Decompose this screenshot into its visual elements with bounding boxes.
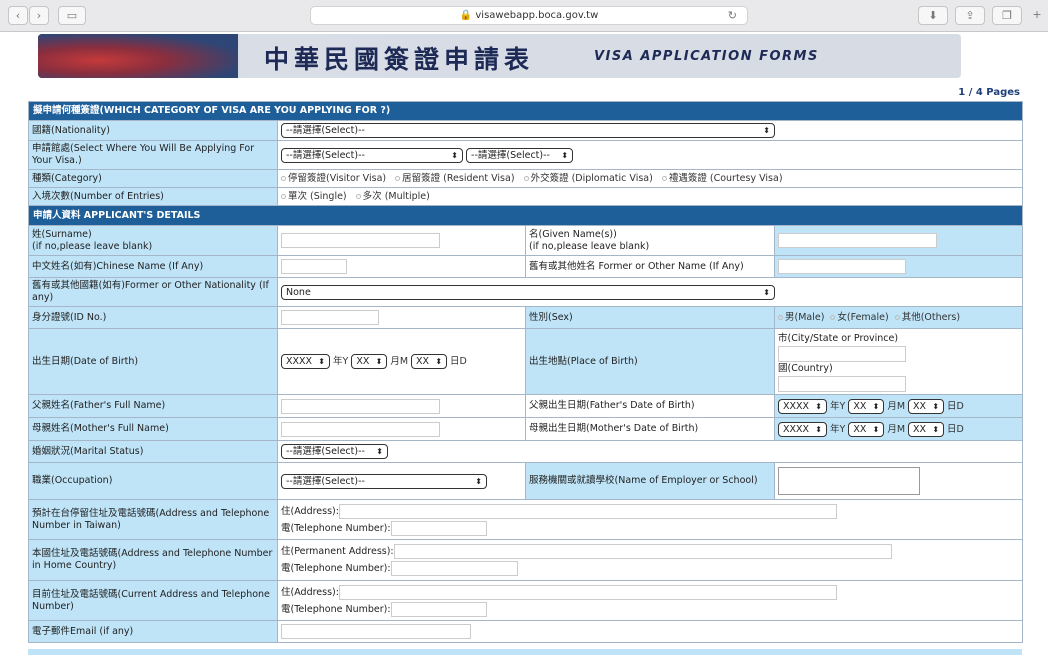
- mother-dob-month[interactable]: XX ⬍: [848, 421, 885, 437]
- dob-day-select[interactable]: XX ⬍: [411, 354, 448, 369]
- mother-name-input[interactable]: [281, 421, 440, 437]
- url-text: visawebapp.boca.gov.tw: [475, 10, 599, 21]
- employer-textarea[interactable]: [778, 467, 920, 495]
- label-current-address: 目前住址及電話號碼(Current Address and Telephone …: [28, 580, 278, 621]
- radio-visitor[interactable]: 停留簽證(Visitor Visa): [281, 173, 386, 184]
- dob-month-select[interactable]: XX ⬍: [351, 354, 388, 369]
- father-dob-day[interactable]: XX ⬍: [908, 398, 945, 414]
- new-tab-icon[interactable]: +: [1026, 6, 1048, 25]
- nationality-select[interactable]: --請選擇(Select)-- ⬍: [281, 123, 775, 138]
- father-name-input[interactable]: [281, 398, 440, 414]
- label-id-no: 身分證號(ID No.): [28, 306, 278, 329]
- radio-male[interactable]: 男(Male): [778, 312, 824, 323]
- former-name-input[interactable]: [778, 259, 906, 274]
- city-input[interactable]: [778, 345, 906, 362]
- tabs-icon[interactable]: ❐: [992, 6, 1022, 25]
- radio-others[interactable]: 其他(Others): [894, 312, 960, 323]
- radio-diplomatic[interactable]: 外交簽證 (Diplomatic Visa): [523, 173, 653, 184]
- location-select-2[interactable]: --請選擇(Select)-- ⬍: [466, 147, 574, 163]
- former-nationality-select[interactable]: None ⬍: [281, 284, 775, 300]
- dob-year-select[interactable]: XXXX ⬍: [281, 354, 330, 369]
- visa-application-form: 擬申請何種簽證(WHICH CATEGORY OF VISA ARE YOU A…: [28, 101, 1023, 643]
- label-country: 國(Country): [778, 362, 833, 374]
- taiwan-address-input[interactable]: [338, 503, 837, 519]
- mother-dob-year[interactable]: XXXX ⬍: [778, 421, 827, 437]
- label-entries: 入境次數(Number of Entries): [28, 187, 278, 206]
- label-city: 市(City/State or Province): [778, 332, 899, 344]
- label-mother-dob: 母親出生日期(Mother's Date of Birth): [525, 417, 775, 441]
- browser-toolbar: ‹ › ▭ 🔒 visawebapp.boca.gov.tw ↻ ⬇ ⇪ ❐ +: [0, 0, 1048, 32]
- label-surname: 姓(Surname) (if no,please leave blank): [28, 225, 278, 256]
- category-radios: 停留簽證(Visitor Visa) 居留簽證 (Resident Visa) …: [277, 169, 1023, 188]
- sidebar-icon[interactable]: ▭: [58, 6, 86, 25]
- label-given: 名(Given Name(s)) (if no,please leave blan…: [525, 225, 775, 256]
- radio-female[interactable]: 女(Female): [830, 312, 889, 323]
- mother-dob-day[interactable]: XX ⬍: [908, 421, 945, 437]
- surname-input[interactable]: [281, 233, 440, 248]
- email-input[interactable]: [281, 624, 471, 639]
- father-dob-month[interactable]: XX ⬍: [848, 398, 885, 414]
- address-bar[interactable]: 🔒 visawebapp.boca.gov.tw ↻: [310, 6, 748, 25]
- banner: 中華民國簽證申請表 VISA APPLICATION FORMS: [38, 34, 961, 78]
- home-address-input[interactable]: [393, 544, 892, 559]
- label-father: 父親姓名(Father's Full Name): [28, 394, 278, 418]
- download-icon[interactable]: ⬇: [918, 6, 948, 25]
- label-where: 申請館處(Select Where You Will Be Applying F…: [28, 140, 278, 170]
- banner-title-en: VISA APPLICATION FORMS: [594, 49, 819, 64]
- label-employer: 服務機關或就讀學校(Name of Employer or School): [525, 462, 775, 500]
- page-indicator: 1 / 4 Pages: [958, 87, 1020, 98]
- marital-select[interactable]: --請選擇(Select)-- ⬍: [281, 444, 388, 459]
- label-nationality: 國籍(Nationality): [28, 120, 278, 141]
- current-phone-input[interactable]: [390, 601, 487, 617]
- back-button[interactable]: ‹: [8, 6, 28, 25]
- occupation-select[interactable]: --請選擇(Select)-- ⬍: [281, 473, 487, 489]
- label-former-name: 舊有或其他姓名 Former or Other Name (If Any): [525, 255, 775, 278]
- banner-title-zh: 中華民國簽證申請表: [264, 45, 535, 74]
- label-pob: 出生地點(Place of Birth): [525, 328, 775, 395]
- label-email: 電子郵件Email (if any): [28, 620, 278, 643]
- id-no-input[interactable]: [281, 310, 379, 325]
- label-father-dob: 父親出生日期(Father's Date of Birth): [525, 394, 775, 418]
- label-mother: 母親姓名(Mother's Full Name): [28, 417, 278, 441]
- label-occupation: 職業(Occupation): [28, 462, 278, 500]
- label-home-address: 本國住址及電話號碼(Address and Telephone Number i…: [28, 539, 278, 581]
- flag-graphic: [38, 34, 238, 78]
- father-dob-year[interactable]: XXXX ⬍: [778, 398, 827, 414]
- label-category: 種類(Category): [28, 169, 278, 188]
- location-select-1[interactable]: --請選擇(Select)-- ⬍: [281, 147, 463, 163]
- given-name-input[interactable]: [778, 233, 937, 248]
- radio-resident[interactable]: 居留簽證 (Resident Visa): [395, 173, 515, 184]
- share-icon[interactable]: ⇪: [955, 6, 985, 25]
- section-visa-category: 擬申請何種簽證(WHICH CATEGORY OF VISA ARE YOU A…: [28, 101, 1023, 121]
- label-marital: 婚姻狀況(Marital Status): [28, 440, 278, 463]
- label-chinese-name: 中文姓名(如有)Chinese Name (If Any): [28, 255, 278, 278]
- current-address-input[interactable]: [338, 584, 837, 600]
- reload-icon[interactable]: ↻: [728, 7, 737, 25]
- label-sex: 性別(Sex): [525, 306, 775, 329]
- radio-single[interactable]: 單次 (Single): [281, 191, 347, 202]
- chinese-name-input[interactable]: [281, 259, 347, 274]
- label-dob: 出生日期(Date of Birth): [28, 328, 278, 395]
- section-applicant: 申請人資料 APPLICANT'S DETAILS: [28, 205, 1023, 226]
- radio-courtesy[interactable]: 禮遇簽證 (Courtesy Visa): [661, 173, 783, 184]
- label-former-nationality: 舊有或其他國籍(如有)Former or Other Nationality (…: [28, 277, 278, 307]
- radio-multiple[interactable]: 多次 (Multiple): [355, 191, 430, 202]
- forward-button[interactable]: ›: [29, 6, 49, 25]
- country-input[interactable]: [778, 375, 906, 392]
- label-taiwan-address: 預計在台停留住址及電話號碼(Address and Telephone Numb…: [28, 499, 278, 540]
- next-section-edge: [28, 649, 1022, 655]
- taiwan-phone-input[interactable]: [390, 520, 487, 536]
- home-phone-input[interactable]: [390, 561, 518, 576]
